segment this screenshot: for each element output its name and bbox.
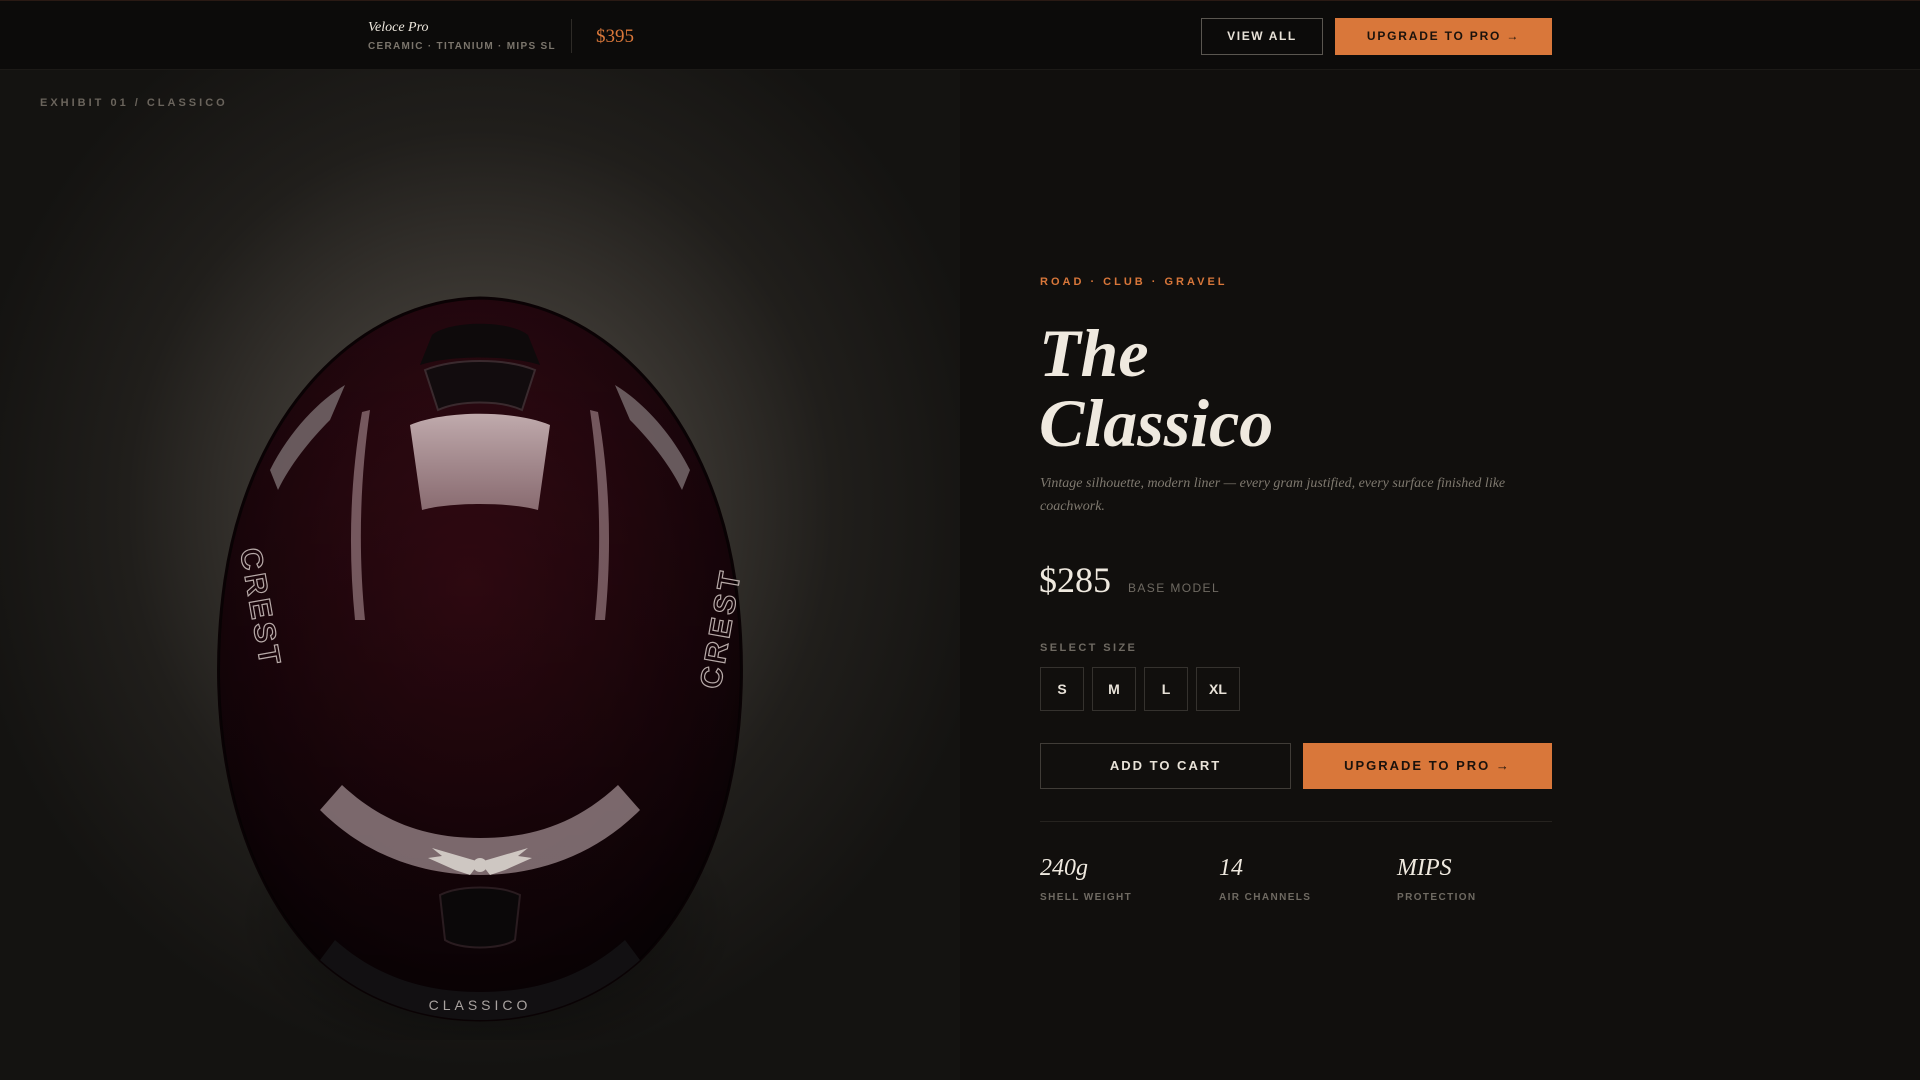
- upgrade-to-pro-button[interactable]: UPGRADE TO PRO →: [1303, 743, 1552, 789]
- spec-value-channels: 14: [1219, 855, 1243, 881]
- spec-value-protection: MIPS: [1397, 855, 1452, 881]
- title-line-2: Classico: [1039, 385, 1274, 461]
- price-note: BASE MODEL: [1128, 581, 1221, 595]
- product-categories: ROAD · CLUB · GRAVEL: [1040, 276, 1228, 288]
- helmet-image: CREST CREST CLASSICO: [217, 296, 749, 1040]
- topbar-divider: [571, 19, 572, 53]
- size-option-xl[interactable]: XL: [1196, 667, 1240, 711]
- spec-label-weight: SHELL WEIGHT: [1040, 892, 1133, 903]
- size-option-m[interactable]: M: [1092, 667, 1136, 711]
- hero-image-panel: EXHIBIT 01 / CLASSICO CREST CREST CLASSI…: [0, 70, 960, 1080]
- spec-label-channels: AIR CHANNELS: [1219, 892, 1312, 903]
- product-detail-panel: ROAD · CLUB · GRAVEL The Classico Vintag…: [960, 70, 1920, 1080]
- product-title: The Classico: [1039, 318, 1273, 458]
- exhibit-label: EXHIBIT 01 / CLASSICO: [40, 97, 228, 109]
- helmet-model-text: CLASSICO: [429, 997, 532, 1013]
- size-option-s[interactable]: S: [1040, 667, 1084, 711]
- topbar-product-materials: CERAMIC · TITANIUM · MIPS SL: [368, 41, 556, 52]
- product-description: Vintage silhouette, modern liner — every…: [1040, 476, 1506, 514]
- view-all-button[interactable]: VIEW ALL: [1201, 18, 1323, 55]
- topbar-product-name: Veloce Pro: [368, 20, 429, 35]
- size-selector-label: SELECT SIZE: [1040, 642, 1138, 654]
- topbar-price: $395: [596, 26, 634, 47]
- top-bar: Veloce Pro CERAMIC · TITANIUM · MIPS SL …: [0, 0, 1920, 70]
- topbar-upgrade-button[interactable]: UPGRADE TO PRO →: [1335, 18, 1552, 55]
- spec-value-weight: 240g: [1040, 855, 1088, 881]
- product-price: $285: [1039, 560, 1111, 600]
- spec-label-protection: PROTECTION: [1397, 892, 1477, 903]
- size-option-l[interactable]: L: [1144, 667, 1188, 711]
- specs-divider: [1040, 821, 1552, 822]
- add-to-cart-button[interactable]: ADD TO CART: [1040, 743, 1291, 789]
- title-line-1: The: [1039, 315, 1149, 391]
